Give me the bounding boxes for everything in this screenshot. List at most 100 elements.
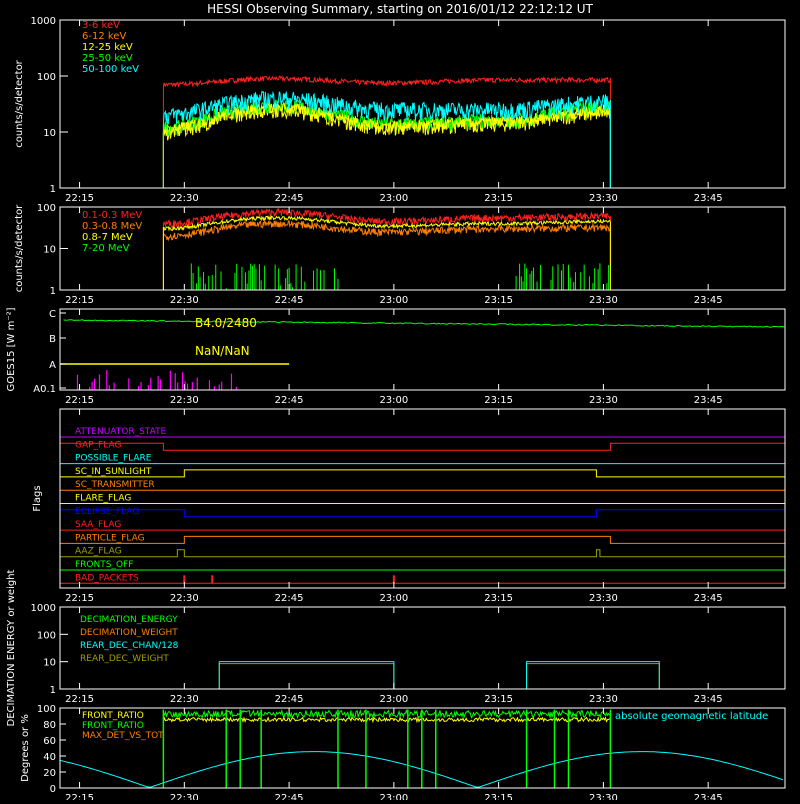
decimation-xtick-label: 22:15 bbox=[65, 694, 94, 705]
ratios-ytick-label: 40 bbox=[43, 752, 56, 763]
decimation-ytick-label: 1000 bbox=[31, 603, 56, 614]
high-energy-xtick-label: 23:15 bbox=[484, 295, 513, 306]
flag-label-fronts-off: FRONTS_OFF bbox=[75, 560, 133, 570]
low-energy-legend-item: 12-25 keV bbox=[82, 42, 133, 53]
low-energy-xtick-label: 23:45 bbox=[694, 193, 723, 204]
high-energy-xtick-label: 23:30 bbox=[589, 295, 618, 306]
high-energy-legend-item: 0.1-0.3 MeV bbox=[82, 210, 142, 221]
high-energy-xtick-label: 23:00 bbox=[379, 295, 408, 306]
decimation-xtick-label: 23:15 bbox=[484, 694, 513, 705]
high-energy-ylabel: counts/s/detector bbox=[14, 204, 25, 292]
flag-label-particle-flag: PARTICLE_FLAG bbox=[75, 533, 145, 543]
plot-canvas: 22:15 22:30 22:45 23:00 23:15 23:30 23:4511010… bbox=[0, 0, 800, 804]
low-energy-xtick-label: 23:00 bbox=[379, 193, 408, 204]
low-energy-xtick-label: 23:30 bbox=[589, 193, 618, 204]
high-energy-ytick-label: 10 bbox=[43, 245, 56, 256]
decimation-legend-item: DECIMATION_ENERGY bbox=[80, 615, 178, 625]
low-energy-ytick-label: 1 bbox=[50, 184, 56, 195]
flags-xtick-label: 22:30 bbox=[170, 593, 199, 604]
high-energy-xtick-label: 22:15 bbox=[65, 295, 94, 306]
goes-xtick-label: 23:15 bbox=[484, 395, 513, 406]
goes-ylabel: GOES15 [W m⁻²] bbox=[6, 307, 17, 391]
low-energy-xtick-label: 22:30 bbox=[170, 193, 199, 204]
goes-nan-annotation: NaN/NaN bbox=[195, 344, 250, 358]
low-energy-xtick-label: 22:15 bbox=[65, 193, 94, 204]
decimation-xtick-label: 23:45 bbox=[694, 694, 723, 705]
plot-title: HESSI Observing Summary, starting on 201… bbox=[207, 2, 593, 16]
low-energy-legend-item: 6-12 keV bbox=[82, 31, 126, 42]
ratios-legend-item: FRONT_RATIO bbox=[82, 711, 144, 721]
flags-xtick-label: 23:30 bbox=[589, 593, 618, 604]
ratios-legend-item: MAX_DET_VS_TOT bbox=[82, 731, 164, 741]
flag-label-flare-flag: FLARE_FLAG bbox=[75, 494, 131, 504]
high-energy-xtick-label: 22:45 bbox=[275, 295, 304, 306]
hessi-summary-plot: 22:15 22:30 22:45 23:00 23:15 23:30 23:45 1 10 10… bbox=[0, 0, 800, 804]
flags-ylabel: Flags bbox=[32, 485, 43, 511]
high-energy-legend-item: 0.3-0.8 MeV bbox=[82, 221, 142, 232]
flag-label-possible-flare: POSSIBLE_FLARE bbox=[75, 454, 152, 464]
flag-label-sc-in-sunlight: SC_IN_SUNLIGHT bbox=[75, 467, 152, 477]
ratios-xtick-label: 22:45 bbox=[275, 793, 304, 800]
decimation-xtick-label: 23:30 bbox=[589, 694, 618, 705]
low-energy-legend-item: 50-100 keV bbox=[82, 64, 139, 75]
decimation-xtick-label: 22:30 bbox=[170, 694, 199, 705]
flags-xtick-label: 23:00 bbox=[379, 593, 408, 604]
high-energy-xtick-label: 23:45 bbox=[694, 295, 723, 306]
goes-ytick-label: B bbox=[49, 334, 56, 345]
low-energy-xtick-label: 23:15 bbox=[484, 193, 513, 204]
flags-xtick-label: 23:45 bbox=[694, 593, 723, 604]
low-energy-legend-item: 3-6 keV bbox=[82, 20, 120, 31]
ratios-xtick-label: 23:00 bbox=[379, 793, 408, 800]
goes-xtick-label: 23:00 bbox=[379, 395, 408, 406]
low-energy-ylabel: counts/s/detector bbox=[14, 59, 25, 147]
flag-label-gap-flag: GAP_FLAG bbox=[75, 440, 121, 450]
flag-label-attenuator-state: ATTENUATOR_STATE bbox=[75, 427, 167, 437]
ratios-legend-item: FRONT_RATIO bbox=[82, 721, 144, 731]
low-energy-ytick-label: 10 bbox=[43, 128, 56, 139]
decimation-ytick-label: 100 bbox=[37, 630, 56, 641]
ratios-ytick-label: 60 bbox=[43, 736, 56, 747]
flags-xtick-label: 22:15 bbox=[65, 593, 94, 604]
ratios-ytick-label: 0 bbox=[50, 784, 56, 795]
decimation-xtick-label: 22:45 bbox=[275, 694, 304, 705]
goes-xtick-label: 23:45 bbox=[694, 395, 723, 406]
decimation-xtick-label: 23:00 bbox=[379, 694, 408, 705]
flags-xtick-label: 23:15 bbox=[484, 593, 513, 604]
flag-label-bad-packets: BAD_PACKETS bbox=[75, 573, 139, 583]
goes-xtick-label: 22:45 bbox=[275, 395, 304, 406]
decimation-legend-item: DECIMATION_WEIGHT bbox=[80, 628, 178, 638]
decimation-ytick-label: 10 bbox=[43, 658, 56, 669]
ratios-ytick-label: 80 bbox=[43, 720, 56, 731]
decimation-legend-item: REAR_DEC_WEIGHT bbox=[80, 654, 169, 664]
high-energy-ytick-label: 100 bbox=[37, 203, 56, 214]
goes-xtick-label: 22:15 bbox=[65, 395, 94, 406]
low-energy-ytick-label: 100 bbox=[37, 72, 56, 83]
high-energy-xtick-label: 22:30 bbox=[170, 295, 199, 306]
goes-xtick-label: 23:30 bbox=[589, 395, 618, 406]
ratios-xtick-label: 22:15 bbox=[65, 793, 94, 800]
geomagnetic-latitude-label: absolute geomagnetic latitude bbox=[615, 711, 768, 722]
decimation-ytick-label: 1 bbox=[50, 685, 56, 696]
flag-label-eclipse-flag: ECLIPSE_FLAG bbox=[75, 507, 139, 517]
decimation-legend-item: REAR_DEC_CHAN/128 bbox=[80, 641, 179, 651]
flag-label-saa-flag: SAA_FLAG bbox=[75, 520, 121, 530]
goes-xtick-label: 22:30 bbox=[170, 395, 199, 406]
ratios-xtick-label: 23:30 bbox=[589, 793, 618, 800]
flag-label-aaz-flag: AAZ_FLAG bbox=[75, 547, 122, 557]
goes-ytick-label: A bbox=[49, 360, 56, 371]
ratios-ytick-label: 20 bbox=[43, 768, 56, 779]
ratios-xtick-label: 23:15 bbox=[484, 793, 513, 800]
flag-label-sc-transmitter: SC_TRANSMITTER bbox=[75, 480, 155, 490]
low-energy-legend-item: 25-50 keV bbox=[82, 53, 133, 64]
low-energy-ytick-label: 1000 bbox=[31, 16, 56, 27]
ratios-ytick-label: 100 bbox=[37, 704, 56, 715]
high-energy-ytick-label: 1 bbox=[50, 286, 56, 297]
goes-ytick-label: A0.1 bbox=[33, 384, 56, 395]
ratios-xtick-label: 23:45 bbox=[694, 793, 723, 800]
high-energy-legend-item: 0.8-7 MeV bbox=[82, 232, 133, 243]
flags-xtick-label: 22:45 bbox=[275, 593, 304, 604]
low-energy-xtick-label: 22:45 bbox=[275, 193, 304, 204]
goes-class-annotation: B4.0/2480 bbox=[195, 316, 257, 330]
ratios-ylabel: Degrees or % bbox=[20, 714, 31, 782]
high-energy-legend-item: 7-20 MeV bbox=[82, 243, 130, 254]
